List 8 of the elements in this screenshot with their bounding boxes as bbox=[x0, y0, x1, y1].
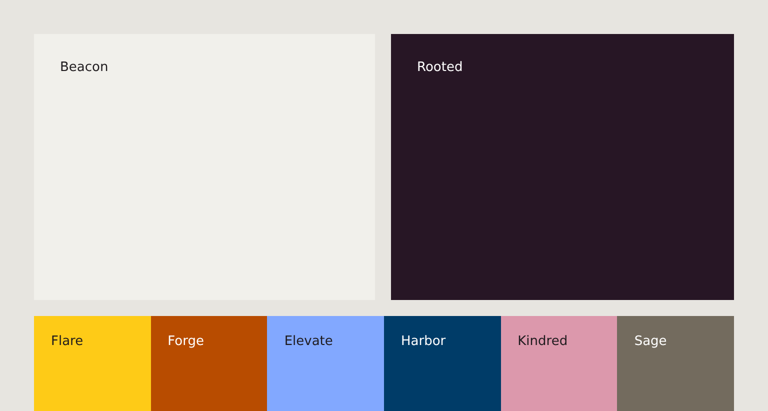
swatch-label: Flare bbox=[51, 334, 84, 349]
swatch-label: Elevate bbox=[284, 334, 333, 349]
swatch-label: Beacon bbox=[60, 60, 108, 75]
swatch-label: Kindred bbox=[518, 334, 568, 349]
swatch-label: Harbor bbox=[400, 334, 446, 349]
swatch-label: Sage bbox=[634, 334, 667, 349]
swatch-label: Rooted bbox=[417, 60, 463, 75]
swatch-label: Forge bbox=[168, 334, 204, 349]
